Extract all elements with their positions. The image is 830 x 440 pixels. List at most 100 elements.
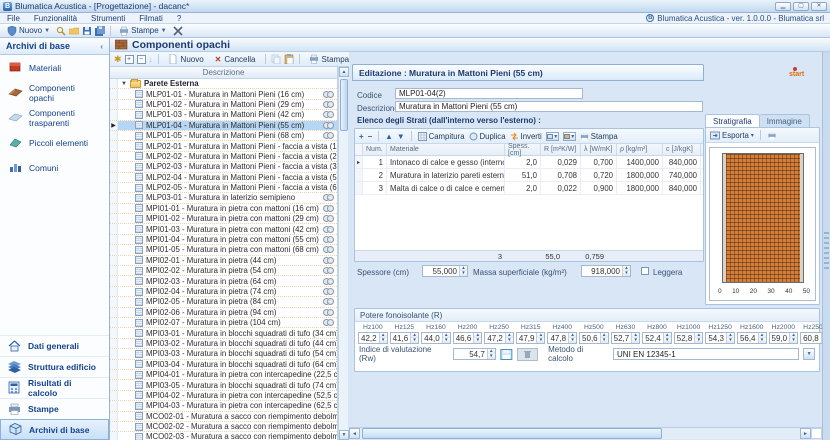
tree-item[interactable]: MPI01-02 - Muratura in pietra con matton…: [110, 214, 337, 224]
tree-item-body[interactable]: MPI03-05 - Muratura in blocchi squadrati…: [118, 380, 337, 389]
tree-item-body[interactable]: MLP01-03 - Muratura in Mattoni Pieni (42…: [118, 110, 337, 119]
move-down-icon[interactable]: ↓: [149, 55, 153, 64]
tree-item[interactable]: MPI03-03 - Muratura in blocchi squadrati…: [110, 349, 337, 359]
tree-item-body[interactable]: MLP01-05 - Muratura in Mattoni Pieni (68…: [118, 131, 337, 140]
tree-scrollbar[interactable]: ▲ ▼: [338, 67, 348, 440]
save-icon[interactable]: [82, 26, 92, 36]
options-gear-icon[interactable]: ✱: [114, 54, 122, 65]
collapse-caret-icon[interactable]: ▼: [121, 81, 127, 87]
tree-item-body[interactable]: MPI01-05 - Muratura in pietra con matton…: [118, 245, 337, 254]
spinner-arrows-icon[interactable]: ▲▼: [442, 333, 450, 343]
tree-item[interactable]: MPI01-01 - Muratura in pietra con matton…: [110, 204, 337, 214]
tree-item[interactable]: MLP01-05 - Muratura in Mattoni Pieni (68…: [110, 131, 337, 141]
tree-item-body[interactable]: MLP01-01 - Muratura in Mattoni Pieni (16…: [118, 89, 337, 98]
tab-stratigrafia[interactable]: Stratigrafia: [705, 114, 760, 128]
tree-item[interactable]: MPI04-02 - Muratura in pietra con interc…: [110, 391, 337, 401]
editor-hscrollbar[interactable]: ◄ ►: [349, 427, 822, 439]
menu-item-funzionalit[interactable]: Funzionalità: [27, 14, 84, 23]
maximize-button[interactable]: ▢: [793, 2, 809, 11]
search-tool-icon[interactable]: [56, 26, 66, 36]
tree-folder-row[interactable]: ▼Parete Esterna: [110, 79, 337, 89]
tree-item[interactable]: MLP02-02 - Muratura in Mattoni Pieni - f…: [110, 152, 337, 162]
tree-item-body[interactable]: MPI01-01 - Muratura in pietra con matton…: [118, 204, 337, 213]
hscroll-thumb[interactable]: [362, 428, 662, 439]
collapse-all-icon[interactable]: −: [137, 55, 146, 64]
tree-item[interactable]: MPI02-01 - Muratura in pietra (44 cm): [110, 256, 337, 266]
tree-item-body[interactable]: MPI03-04 - Muratura in blocchi squadrati…: [118, 360, 337, 369]
campitura-button[interactable]: Campitura: [418, 132, 465, 141]
massa-spinner[interactable]: 918,000 ▲▼: [581, 265, 631, 277]
strata-row[interactable]: 2Muratura in laterizio pareti esterne (u…: [355, 169, 703, 182]
nav-item-struttura-edificio[interactable]: Struttura edificio: [0, 356, 109, 377]
sidebar-item-comuni[interactable]: Comuni: [0, 155, 109, 180]
tree-item[interactable]: MPI02-02 - Muratura in pietra (54 cm): [110, 266, 337, 276]
tree-item-body[interactable]: MLP02-02 - Muratura in Mattoni Pieni - f…: [118, 152, 337, 161]
expand-all-icon[interactable]: +: [125, 55, 134, 64]
tools-icon[interactable]: [173, 26, 183, 36]
tree-item-body[interactable]: MLP02-04 - Muratura in Mattoni Pieni - f…: [118, 173, 337, 182]
spinner-arrows-icon[interactable]: ▲▼: [622, 266, 630, 276]
tree-item[interactable]: MPI03-01 - Muratura in blocchi squadrati…: [110, 328, 337, 338]
tree-item-body[interactable]: MLP02-03 - Muratura in Mattoni Pieni - f…: [118, 162, 337, 171]
tree-item-body[interactable]: MPI04-03 - Muratura in pietra con interc…: [118, 401, 337, 410]
tree-item-body[interactable]: MPI02-06 - Muratura in pietra (94 cm): [118, 308, 337, 317]
spinner-arrows-icon[interactable]: ▲▼: [789, 333, 797, 343]
spinner-arrows-icon[interactable]: ▲▼: [600, 333, 608, 343]
paste-icon[interactable]: [284, 54, 294, 64]
tree-item[interactable]: MPI03-05 - Muratura in blocchi squadrati…: [110, 380, 337, 390]
tree-item[interactable]: MPI03-02 - Muratura in blocchi squadrati…: [110, 339, 337, 349]
strata-cell[interactable]: Intonaco di calce e gesso (interno)…: [387, 156, 505, 168]
tree-item[interactable]: MPI04-03 - Muratura in pietra con interc…: [110, 401, 337, 411]
spinner-arrows-icon[interactable]: ▲▼: [758, 333, 766, 343]
strata-row[interactable]: 3Malta di calce o di calce e cemento2,00…: [355, 182, 703, 195]
menu-item-?[interactable]: ?: [170, 14, 188, 23]
scroll-down-icon[interactable]: ▼: [339, 430, 349, 440]
freq-band-spinner[interactable]: 42,2▲▼: [358, 332, 388, 344]
tree-item[interactable]: MPI02-06 - Muratura in pietra (94 cm): [110, 308, 337, 318]
freq-band-spinner[interactable]: 52,8▲▼: [674, 332, 704, 344]
scroll-up-icon[interactable]: ▲: [339, 67, 349, 77]
codice-input[interactable]: MLP01-04(2): [395, 88, 583, 99]
nav-item-archivi-di-base[interactable]: Archivi di base: [0, 419, 109, 440]
freq-band-spinner[interactable]: 47,8▲▼: [547, 332, 577, 344]
tree-item[interactable]: MLP02-03 - Muratura in Mattoni Pieni - f…: [110, 162, 337, 172]
move-layer-up-icon[interactable]: ▲: [385, 132, 393, 141]
tree-item[interactable]: MPI02-03 - Muratura in pietra (64 cm): [110, 276, 337, 286]
spinner-arrows-icon[interactable]: ▲▼: [726, 333, 734, 343]
nav-item-risultati-di-calcolo[interactable]: Risultati di calcolo: [0, 377, 109, 398]
close-button[interactable]: ✕: [811, 2, 827, 11]
tree-item-body[interactable]: MPI02-02 - Muratura in pietra (54 cm): [118, 266, 337, 275]
freq-band-spinner[interactable]: 52,7▲▼: [611, 332, 641, 344]
freq-band-spinner[interactable]: 54,3▲▼: [705, 332, 735, 344]
stampa-strati-button[interactable]: Stampa: [580, 132, 618, 141]
spinner-arrows-icon[interactable]: ▲▼: [473, 333, 481, 343]
menu-item-file[interactable]: File: [0, 14, 27, 23]
nuovo-button[interactable]: Nuovo▼: [4, 25, 53, 37]
menu-item-strumenti[interactable]: Strumenti: [84, 14, 132, 23]
freq-band-spinner[interactable]: 47,2▲▼: [484, 332, 514, 344]
tree-item-body[interactable]: MPI01-04 - Muratura in pietra con matton…: [118, 235, 337, 244]
spessore-spinner[interactable]: 55,000 ▲▼: [422, 265, 468, 277]
tree-item[interactable]: MPI01-03 - Muratura in pietra con matton…: [110, 224, 337, 234]
tree-item-body[interactable]: MLP01-02 - Muratura in Mattoni Pieni (29…: [118, 100, 337, 109]
spinner-arrows-icon[interactable]: ▲▼: [487, 349, 495, 359]
tree-item[interactable]: MPI02-04 - Muratura in pietra (74 cm): [110, 287, 337, 297]
spinner-arrows-icon[interactable]: ▲▼: [379, 333, 387, 343]
freq-band-spinner[interactable]: 44,0▲▼: [421, 332, 451, 344]
collapse-sidebar-icon[interactable]: ‹: [100, 42, 103, 51]
nav-item-stampe[interactable]: Stampe: [0, 398, 109, 419]
tree-item-body[interactable]: MPI02-07 - Muratura in pietra (104 cm): [118, 318, 337, 327]
tree-column-header[interactable]: Descrizione: [110, 67, 337, 79]
spinner-arrows-icon[interactable]: ▲▼: [663, 333, 671, 343]
tree-item-body[interactable]: MCO02-01 - Muratura a sacco con riempime…: [118, 412, 337, 421]
spinner-arrows-icon[interactable]: ▲▼: [631, 333, 639, 343]
nav-item-dati-generali[interactable]: Dati generali: [0, 335, 109, 356]
tree-item[interactable]: MPI01-04 - Muratura in pietra con matton…: [110, 235, 337, 245]
tree-item[interactable]: MPI04-01 - Muratura in pietra con interc…: [110, 370, 337, 380]
freq-band-spinner[interactable]: 46,6▲▼: [453, 332, 483, 344]
tree-item[interactable]: MLP02-04 - Muratura in Mattoni Pieni - f…: [110, 173, 337, 183]
tree-item[interactable]: MCO02-03 - Muratura a sacco con riempime…: [110, 432, 337, 440]
sidebar-item-piccoli-elementi[interactable]: Piccoli elementi: [0, 130, 109, 155]
tree-item-body[interactable]: MLP03-01 - Muratura in laterizio semipie…: [118, 193, 337, 202]
spinner-arrows-icon[interactable]: ▲▼: [410, 333, 418, 343]
